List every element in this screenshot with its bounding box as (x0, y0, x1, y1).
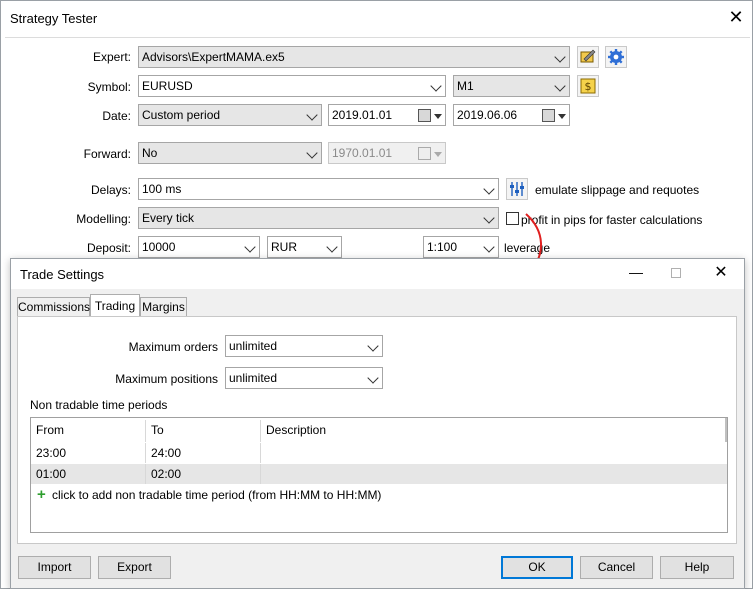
leverage-select[interactable]: 1:100 (423, 236, 499, 258)
gear-icon (608, 49, 624, 65)
date-from-picker[interactable]: 2019.01.01 (328, 104, 446, 126)
timeframe-select[interactable]: M1 (453, 75, 570, 97)
date-to-picker[interactable]: 2019.06.06 (453, 104, 570, 126)
forward-select[interactable]: No (138, 142, 322, 164)
sliders-icon (510, 182, 524, 196)
emulate-slippage-label: emulate slippage and requotes (535, 183, 700, 197)
maximize-icon (671, 268, 681, 278)
symbol-properties-button[interactable]: $ (577, 75, 599, 97)
deposit-currency-select[interactable]: RUR (267, 236, 342, 258)
column-header-from[interactable]: From (31, 420, 146, 442)
max-orders-select[interactable]: unlimited (225, 335, 383, 357)
edit-icon (580, 49, 596, 63)
column-header-to[interactable]: To (146, 420, 261, 442)
modelling-select[interactable]: Every tick (138, 207, 499, 229)
row-from: 01:00 (31, 464, 146, 484)
import-button[interactable]: Import (18, 556, 91, 579)
delays-select[interactable]: 100 ms (138, 178, 499, 200)
symbol-spec-icon: $ (580, 78, 596, 94)
forward-date-picker: 1970.01.01 (328, 142, 446, 164)
max-positions-label: Maximum positions (115, 372, 218, 386)
close-icon[interactable]: ✕ (711, 263, 731, 283)
trade-settings-dialog: Trade Settings — ✕ Commissions Trading M… (10, 258, 745, 589)
symbol-select[interactable]: EURUSD (138, 75, 446, 97)
symbol-label: Symbol: (87, 80, 131, 94)
tab-trading[interactable]: Trading (90, 294, 140, 317)
calendar-icon (542, 109, 555, 122)
window-title: Strategy Tester (10, 11, 98, 26)
deposit-amount-select[interactable]: 10000 (138, 236, 260, 258)
forward-label: Forward: (83, 147, 131, 161)
add-period-row[interactable]: + click to add non tradable time period … (31, 485, 727, 505)
close-icon[interactable]: ✕ (726, 7, 746, 27)
svg-text:$: $ (585, 80, 592, 93)
periods-table: From To Description 23:00 24:00 01:00 02… (30, 417, 728, 533)
max-positions-select[interactable]: unlimited (225, 367, 383, 389)
expert-label: Expert: (92, 50, 131, 64)
deposit-label: Deposit: (86, 241, 131, 255)
row-from: 23:00 (31, 443, 146, 463)
plus-icon: + (37, 486, 46, 503)
add-period-hint: click to add non tradable time period (f… (52, 488, 382, 502)
expert-select[interactable]: Advisors\ExpertMAMA.ex5 (138, 46, 570, 68)
calendar-icon (418, 147, 431, 160)
delays-label: Delays: (90, 183, 131, 197)
table-row[interactable]: 23:00 24:00 (31, 443, 727, 463)
delays-settings-button[interactable] (506, 178, 528, 200)
max-orders-label: Maximum orders (128, 340, 218, 354)
cancel-button[interactable]: Cancel (580, 556, 653, 579)
dialog-title: Trade Settings (20, 267, 105, 282)
export-button[interactable]: Export (98, 556, 171, 579)
calendar-icon (418, 109, 431, 122)
tab-commissions[interactable]: Commissions (17, 297, 90, 317)
ok-button[interactable]: OK (501, 556, 573, 579)
minimize-icon[interactable]: — (626, 263, 646, 283)
non-tradable-periods-title: Non tradable time periods (30, 398, 168, 412)
table-scroll-divider (725, 418, 727, 442)
date-label: Date: (102, 109, 131, 123)
column-header-description[interactable]: Description (261, 420, 721, 442)
trading-tab-page: Maximum orders unlimited Maximum positio… (17, 316, 737, 544)
expert-properties-button[interactable] (605, 46, 627, 68)
modelling-label: Modelling: (76, 212, 131, 226)
edit-expert-button[interactable] (577, 46, 599, 68)
date-period-select[interactable]: Custom period (138, 104, 322, 126)
help-button[interactable]: Help (660, 556, 734, 579)
tab-margins[interactable]: Margins (140, 297, 187, 317)
row-to: 24:00 (146, 443, 261, 463)
table-row-selected[interactable]: 01:00 02:00 (31, 464, 727, 484)
row-to: 02:00 (146, 464, 261, 484)
